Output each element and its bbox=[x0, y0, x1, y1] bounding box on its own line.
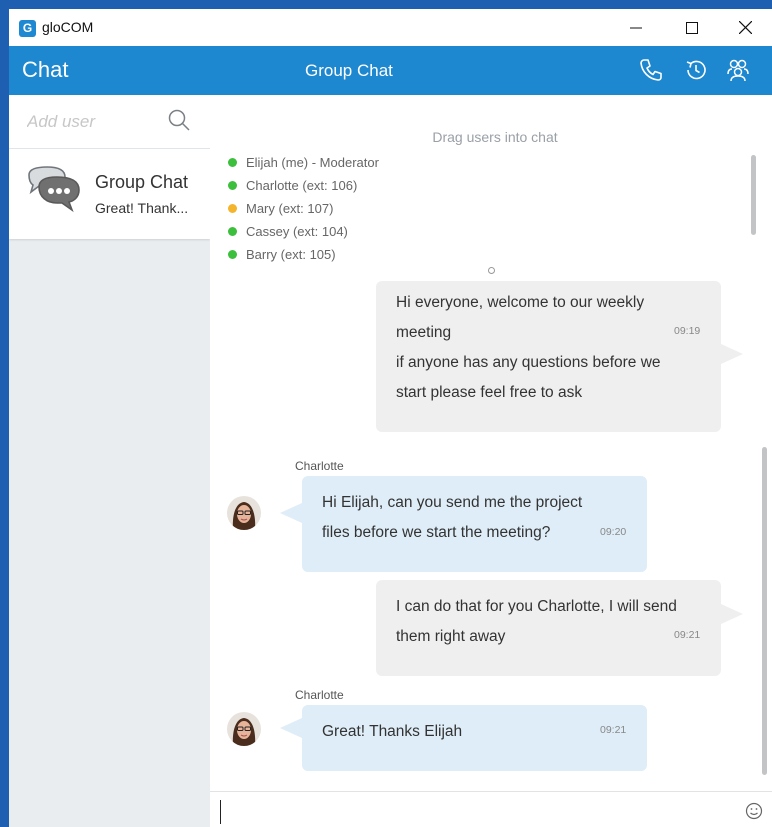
charlotte-avatar bbox=[227, 712, 261, 746]
message-line: Hi everyone, welcome to our weekly bbox=[396, 294, 645, 311]
participant-item[interactable]: Barry (ext: 105) bbox=[228, 243, 379, 266]
participant-list: Elijah (me) - Moderator Charlotte (ext: … bbox=[228, 151, 379, 266]
minimize-button[interactable] bbox=[613, 9, 659, 46]
presence-dot bbox=[228, 227, 237, 236]
message-composer bbox=[210, 791, 772, 827]
message-time: 09:19 bbox=[674, 325, 701, 337]
maximize-icon bbox=[686, 21, 698, 34]
outgoing-message: I can do that for you Charlotte, I will … bbox=[376, 580, 721, 676]
message-time: 09:21 bbox=[674, 629, 701, 641]
bubble-tail bbox=[721, 604, 743, 624]
message-input[interactable] bbox=[220, 800, 735, 824]
outgoing-message: Hi everyone, welcome to our weekly meeti… bbox=[376, 281, 721, 432]
chat-sidebar: Group Chat Great! Thank... bbox=[9, 95, 211, 827]
glocom-logo-icon: G bbox=[19, 20, 36, 37]
message-line: files before we start the meeting? bbox=[322, 524, 551, 541]
message-line: them right away bbox=[396, 628, 506, 645]
participant-item[interactable]: Mary (ext: 107) bbox=[228, 197, 379, 220]
message-time: 09:20 bbox=[600, 526, 627, 538]
group-chat-bubbles-icon bbox=[23, 165, 87, 217]
chat-panel: Drag users into chat Elijah (me) - Moder… bbox=[210, 95, 772, 827]
chat-header: Chat Group Chat bbox=[9, 46, 772, 95]
bubble-tail bbox=[280, 503, 302, 523]
message-line: I can do that for you Charlotte, I will … bbox=[396, 598, 677, 615]
message-line: Great! Thanks Elijah bbox=[322, 723, 463, 740]
minimize-icon bbox=[630, 27, 642, 28]
message-time: 09:21 bbox=[600, 724, 627, 736]
add-user-search bbox=[9, 95, 210, 149]
presence-dot bbox=[228, 204, 237, 213]
bubble-tail bbox=[280, 718, 302, 738]
participants-scrollbar[interactable] bbox=[751, 155, 756, 235]
close-button[interactable] bbox=[722, 9, 768, 46]
bubble-tail bbox=[721, 344, 743, 364]
incoming-message: Hi Elijah, can you send me the project f… bbox=[302, 476, 647, 572]
charlotte-avatar bbox=[227, 496, 261, 530]
participants-icon[interactable] bbox=[725, 57, 751, 83]
add-user-input[interactable] bbox=[25, 109, 169, 135]
title-bar: G gloCOM bbox=[9, 9, 772, 46]
app-window: G gloCOM Chat Group Chat Add user Group … bbox=[9, 9, 772, 827]
participant-label: Mary (ext: 107) bbox=[246, 201, 334, 216]
section-title: Chat bbox=[22, 57, 69, 82]
participant-item[interactable]: Elijah (me) - Moderator bbox=[228, 151, 379, 174]
participant-item[interactable]: Charlotte (ext: 106) bbox=[228, 174, 379, 197]
presence-dot bbox=[228, 250, 237, 259]
participant-label: Elijah (me) - Moderator bbox=[246, 155, 379, 170]
presence-dot bbox=[228, 181, 237, 190]
participant-label: Barry (ext: 105) bbox=[246, 247, 336, 262]
emoji-icon[interactable] bbox=[745, 802, 763, 820]
incoming-message: Great! Thanks Elijah 09:21 bbox=[302, 705, 647, 771]
maximize-button[interactable] bbox=[669, 9, 715, 46]
phone-icon[interactable] bbox=[638, 57, 664, 83]
close-icon bbox=[738, 21, 752, 34]
search-icon[interactable] bbox=[166, 108, 192, 134]
participant-label: Charlotte (ext: 106) bbox=[246, 178, 358, 193]
message-line: meeting bbox=[396, 324, 452, 341]
message-line: if anyone has any questions before we bbox=[396, 354, 661, 371]
drag-users-hint: Drag users into chat bbox=[432, 129, 558, 145]
messages-scrollbar[interactable] bbox=[762, 447, 767, 775]
history-icon[interactable] bbox=[683, 57, 709, 83]
presence-dot bbox=[228, 158, 237, 167]
message-line: start please feel free to ask bbox=[396, 384, 583, 401]
conversation-title: Group Chat bbox=[305, 61, 393, 80]
window-title: gloCOM bbox=[42, 19, 94, 35]
loading-indicator bbox=[488, 267, 495, 274]
chat-item-name: Group Chat bbox=[95, 172, 189, 192]
message-line: Hi Elijah, can you send me the project bbox=[322, 494, 583, 511]
participant-label: Cassey (ext: 104) bbox=[246, 224, 348, 239]
chat-item-preview: Great! Thank... bbox=[95, 200, 189, 216]
chat-list-item-group-chat[interactable]: Group Chat Great! Thank... bbox=[9, 149, 210, 239]
message-sender: Charlotte bbox=[295, 688, 344, 702]
participant-item[interactable]: Cassey (ext: 104) bbox=[228, 220, 379, 243]
message-sender: Charlotte bbox=[295, 459, 344, 473]
